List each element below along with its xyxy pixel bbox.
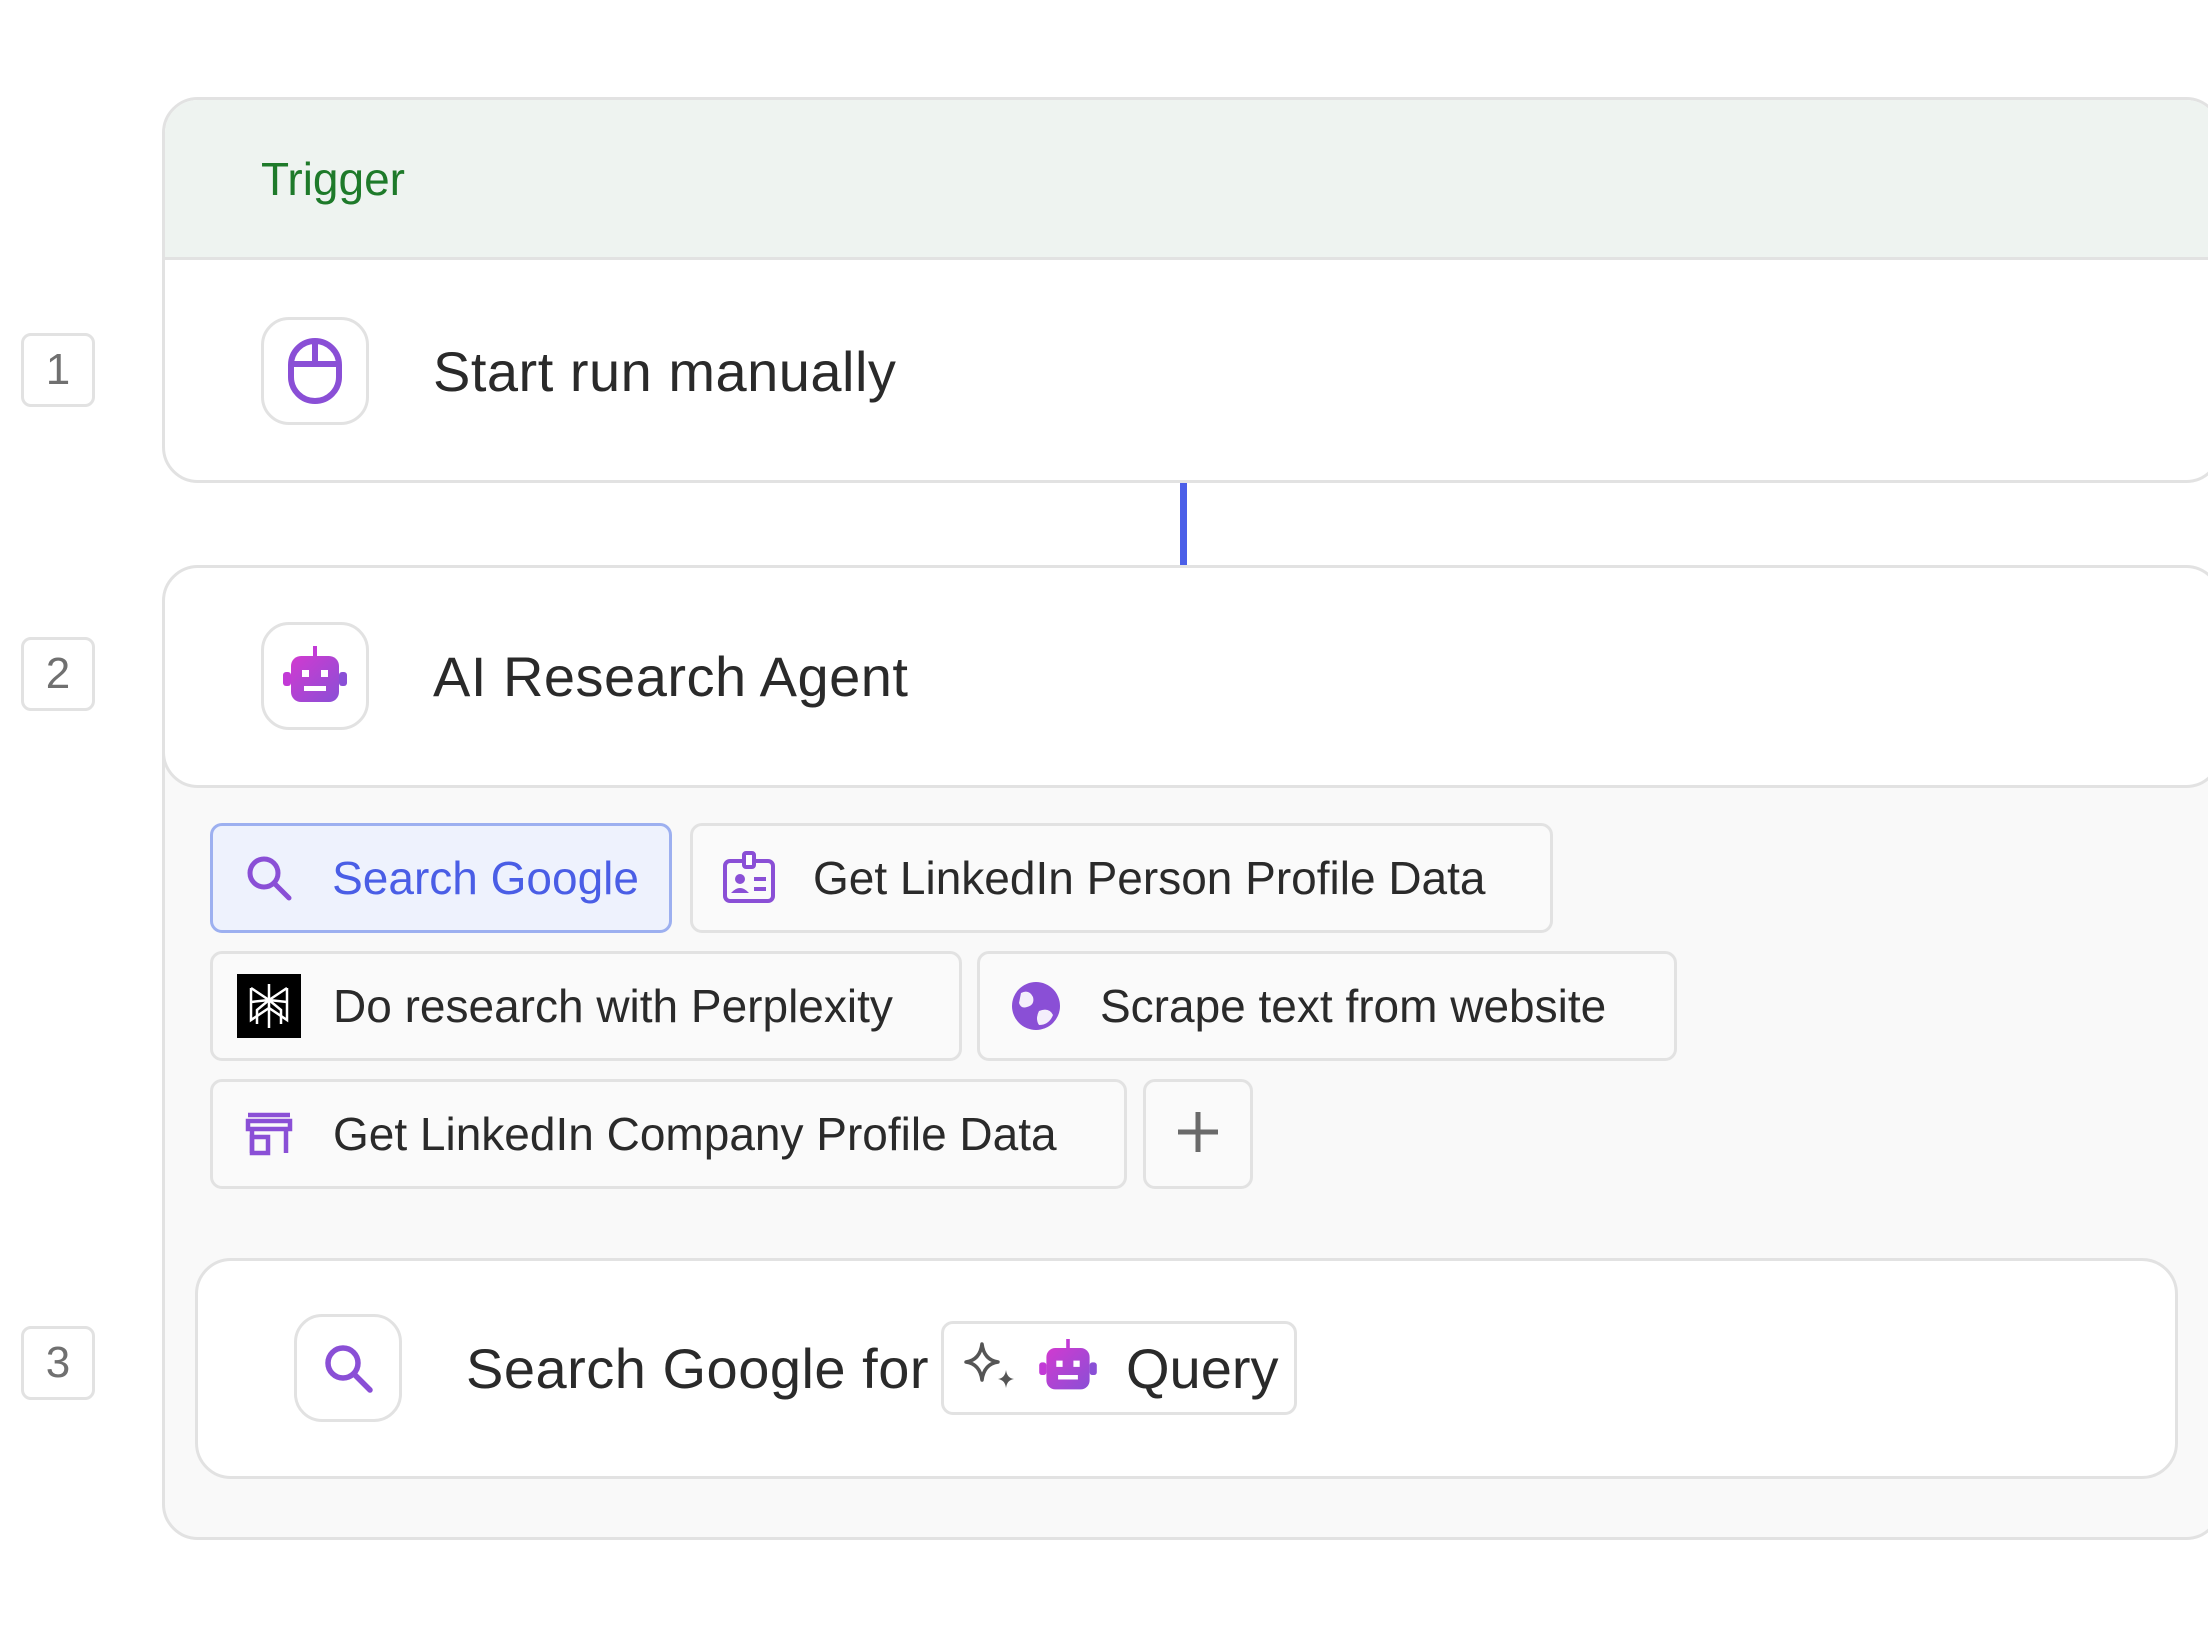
sparkles-icon	[960, 1338, 1020, 1399]
step-number-3: 3	[21, 1326, 95, 1400]
search-step-text: Search Google for	[466, 1336, 929, 1400]
id-card-icon	[717, 846, 781, 910]
tool-chip-linkedin-person[interactable]: Get LinkedIn Person Profile Data	[690, 823, 1553, 933]
search-icon	[237, 846, 300, 910]
plus-icon	[1176, 1110, 1220, 1159]
tool-chip-label: Do research with Perplexity	[333, 980, 893, 1032]
connector-line	[1180, 483, 1187, 565]
tool-chip-label: Search Google	[332, 852, 639, 904]
trigger-row[interactable]: Start run manually	[261, 317, 896, 425]
tool-chip-linkedin-company[interactable]: Get LinkedIn Company Profile Data	[210, 1079, 1127, 1189]
search-icon	[294, 1314, 402, 1422]
globe-icon	[1004, 974, 1068, 1038]
robot-icon	[1038, 1338, 1098, 1398]
tool-chip-label: Scrape text from website	[1100, 980, 1607, 1032]
agent-card[interactable]: AI Research Agent Search Google Get Link…	[162, 565, 2208, 1540]
step-number-2: 2	[21, 637, 95, 711]
mouse-icon	[261, 317, 369, 425]
trigger-label: Trigger	[261, 152, 405, 205]
agent-row: AI Research Agent	[261, 622, 908, 730]
search-step-row: Search Google for Query	[294, 1314, 1298, 1422]
search-step-card[interactable]: Search Google for Query	[195, 1258, 2178, 1479]
query-label: Query	[1125, 1336, 1279, 1400]
trigger-header: Trigger	[165, 100, 2208, 260]
query-variable-pill[interactable]: Query	[940, 1321, 1298, 1415]
tool-chip-scrape-website[interactable]: Scrape text from website	[977, 951, 1677, 1061]
tool-chip-label: Get LinkedIn Person Profile Data	[813, 852, 1486, 904]
agent-header[interactable]: AI Research Agent	[165, 568, 2208, 788]
robot-icon	[261, 622, 369, 730]
tool-chip-search-google[interactable]: Search Google	[210, 823, 672, 933]
storefront-icon	[237, 1102, 301, 1166]
trigger-action-label: Start run manually	[433, 339, 897, 403]
agent-title: AI Research Agent	[433, 644, 909, 708]
tool-chip-label: Get LinkedIn Company Profile Data	[333, 1108, 1057, 1160]
add-tool-button[interactable]	[1143, 1079, 1253, 1189]
step-number-1: 1	[21, 333, 95, 407]
trigger-card[interactable]: Trigger Start run manually	[162, 97, 2208, 483]
perplexity-logo-icon	[237, 974, 301, 1038]
tool-chip-perplexity[interactable]: Do research with Perplexity	[210, 951, 962, 1061]
